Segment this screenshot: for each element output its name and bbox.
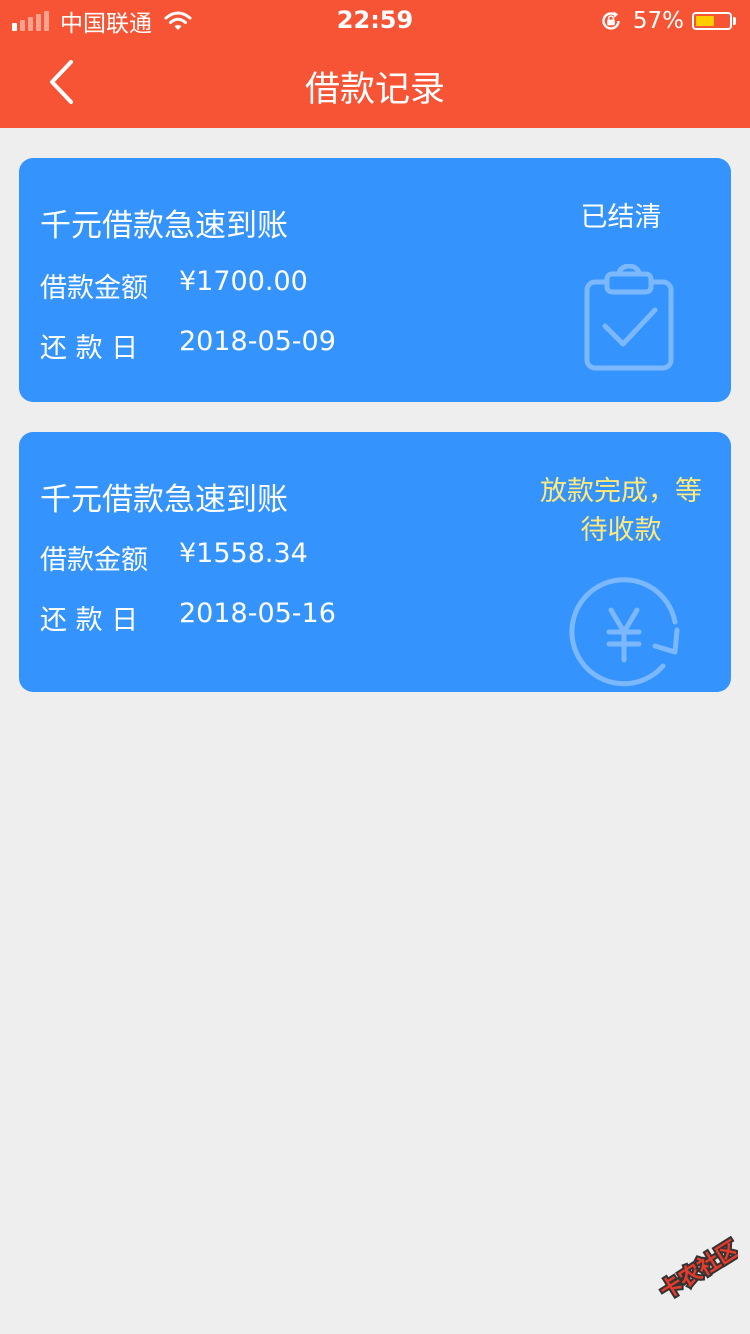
due-date-label: 还 款 日 (40, 333, 139, 364)
watermark-logo: 卡农社区 卡农社区 (638, 1234, 746, 1316)
nav-bar: 借款记录 (0, 40, 750, 128)
page-title: 借款记录 (304, 70, 445, 110)
loan-amount-value: ¥1558.34 (179, 538, 308, 569)
loan-card[interactable]: 千元借款急速到账 借款金额 ¥1558.34 还 款 日 2018-05-16 … (19, 432, 731, 692)
loan-amount-row: 借款金额 ¥1558.34 (40, 538, 308, 577)
due-date-value: 2018-05-09 (179, 326, 336, 357)
battery-level (696, 16, 715, 26)
due-date-value: 2018-05-16 (179, 598, 336, 629)
status-bar-right: 57% (599, 8, 736, 34)
status-bar: 中国联通 22:59 57% (0, 0, 750, 40)
loan-card[interactable]: 千元借款急速到账 借款金额 ¥1700.00 还 款 日 2018-05-09 … (19, 158, 731, 402)
due-date-row: 还 款 日 2018-05-16 (40, 598, 336, 637)
yuan-refresh-icon (569, 577, 680, 687)
due-date-label: 还 款 日 (40, 605, 139, 636)
battery-tip (733, 17, 736, 25)
clipboard-check-icon (584, 264, 674, 371)
loan-title: 千元借款急速到账 (40, 482, 288, 518)
battery-percent: 57% (632, 8, 684, 34)
watermark-text: 卡农社区 (656, 1236, 738, 1305)
due-date-row: 还 款 日 2018-05-09 (40, 326, 336, 365)
loan-amount-label: 借款金额 (40, 545, 148, 576)
loan-status: 已结清 (580, 202, 662, 233)
app-header: 中国联通 22:59 57% 借款记录 (0, 0, 750, 128)
loan-status: 放款完成，等待收款 (540, 476, 702, 546)
loan-title: 千元借款急速到账 (40, 208, 288, 244)
watermark-badge: 卡农社区 卡农社区 (654, 1234, 746, 1307)
orientation-lock-icon (602, 11, 620, 30)
battery-icon (692, 12, 732, 30)
loan-amount-row: 借款金额 ¥1700.00 (40, 266, 308, 305)
loan-amount-label: 借款金额 (40, 273, 148, 304)
loan-amount-value: ¥1700.00 (179, 266, 308, 297)
